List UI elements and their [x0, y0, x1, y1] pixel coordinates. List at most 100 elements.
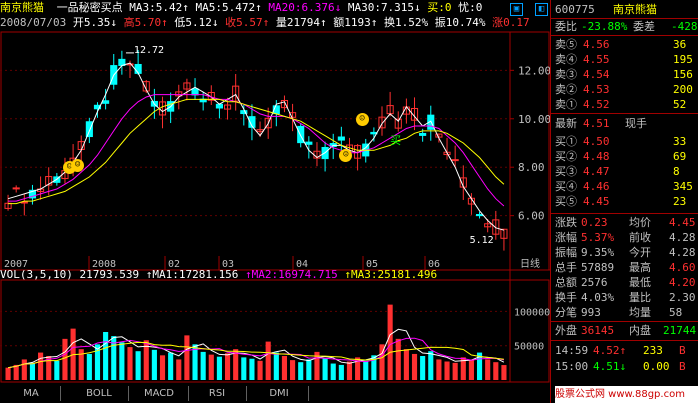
stat-label: 均量	[629, 306, 651, 319]
sell-price: 4.56	[583, 38, 610, 51]
stat-label: 换手	[555, 291, 577, 304]
volume-legend-item-1: 21793.539	[72, 268, 140, 281]
wei-bi-label: 委比	[555, 20, 577, 33]
tick-volume: 233	[643, 344, 663, 357]
tick-flag: B	[679, 360, 686, 373]
buy-price: 4.48	[583, 150, 610, 163]
buy-label: 买④	[555, 180, 577, 193]
ohlc-readout-5: 额1193↑	[326, 16, 378, 29]
stat-row-4: 总额 2576 最低 4.20	[553, 275, 698, 290]
stat-value: 57889	[581, 261, 615, 274]
indicator-tabs: MA BOLL MACD RSI DMI	[0, 386, 550, 403]
stat-value: 4.45	[669, 216, 696, 229]
stat-value: 993	[581, 306, 601, 319]
ohlc-readout-4: 量21794↑	[269, 16, 327, 29]
sell-row-3: 卖③ 4.54 156	[553, 67, 698, 82]
buy-price: 4.45	[583, 195, 610, 208]
stat-label: 分笔	[555, 306, 577, 319]
tab-rsi[interactable]: RSI	[188, 386, 247, 401]
wei-bi-value: -23.88%	[581, 20, 628, 33]
current-date: 2008/07/03	[0, 16, 67, 29]
candle-body	[475, 214, 484, 217]
candle-body	[12, 187, 20, 190]
tick-time: 14:59	[555, 344, 589, 357]
buy-row-4: 买④ 4.46 345	[553, 179, 698, 194]
tab-macd[interactable]: MACD	[130, 386, 189, 401]
candle-body	[337, 136, 345, 141]
stat-value: 4.20	[669, 276, 696, 289]
stat-label: 总手	[555, 261, 577, 274]
stat-row-0: 涨跌 0.23 均价 4.45	[553, 215, 698, 230]
tick-row-1: 15:00 4.51↓ 0.00 B	[553, 359, 698, 374]
buy-price: 4.47	[583, 165, 610, 178]
buy-volume: 23	[673, 195, 687, 208]
sell-row-2: 卖② 4.53 200	[553, 82, 698, 97]
buy-label: 买①	[555, 135, 577, 148]
volume-legend-item-0: VOL(3,5,10)	[0, 268, 73, 281]
buy-row-3: 买③ 4.47 8	[553, 164, 698, 179]
header-row-2: 2008/07/03 开5.35↓ 高5.70↑ 低5.12↓ 收5.57↑ 量…	[0, 16, 530, 30]
buy-label: 买②	[555, 150, 577, 163]
candle-body	[102, 100, 110, 104]
panel-toggle-icon[interactable]: ◧	[535, 3, 548, 16]
ohlc-readout-2: 低5.12↓	[167, 16, 219, 29]
buy-price: 4.46	[583, 180, 610, 193]
sell-volume: 52	[673, 98, 687, 111]
watermark: 股票公式网 www.88gp.com	[555, 386, 698, 403]
sell-price: 4.52	[583, 98, 610, 111]
buy-smiley-icon: ☺	[355, 112, 369, 126]
stat-value: 4.28	[669, 231, 696, 244]
ma-readouts: MA3:5.42↑ MA5:5.472↑ MA20:6.376↓ MA30:7.…	[129, 1, 482, 14]
price-axis-tick-0: 12.00	[518, 64, 551, 77]
ohlc-readout-1: 高5.70↑	[116, 16, 168, 29]
volume-axis-tick-1: 50000	[514, 342, 544, 353]
sell-volume: 36	[673, 38, 687, 51]
stat-row-1: 涨幅 5.37% 前收 4.28	[553, 230, 698, 245]
last-row: 最新 4.51 现手	[553, 116, 698, 131]
neipan-label: 内盘	[629, 324, 651, 337]
sell-price: 4.55	[583, 53, 610, 66]
stat-label: 最低	[629, 276, 651, 289]
ohlc-readout-3: 收5.57↑	[218, 16, 270, 29]
ma-readout-5: 忧:0	[451, 1, 483, 14]
stock-title: 南京熊猫	[613, 3, 657, 16]
tick-flag: B	[679, 344, 686, 357]
buy-label: 买③	[555, 165, 577, 178]
high-annotation: 12.72	[133, 44, 165, 56]
buy-row-5: 买⑤ 4.45 23	[553, 194, 698, 209]
wei-cha-label: 委差	[633, 20, 655, 33]
ma-readout-1: MA5:5.472↑	[188, 1, 262, 14]
candle-body	[134, 63, 142, 74]
sell-label: 卖②	[555, 83, 577, 96]
stat-value: 4.60	[669, 261, 696, 274]
buy-volume: 69	[673, 150, 687, 163]
candle-body	[305, 141, 313, 145]
ma-line-ma3	[7, 62, 505, 231]
ohlc-readout-6: 换1.52%	[377, 16, 429, 29]
buy-price: 4.50	[583, 135, 610, 148]
stat-row-6: 分笔 993 均量 58	[553, 305, 698, 320]
waipan-label: 外盘	[555, 324, 577, 337]
chart-toggle-icon[interactable]: ▣	[510, 3, 523, 16]
buy-smiley-icon: ☺	[71, 158, 85, 172]
stat-label: 最高	[629, 261, 651, 274]
volume-axis-tick-0: 100000	[514, 307, 550, 318]
sell-row-1: 卖① 4.52 52	[553, 97, 698, 112]
stock-code: 600775	[555, 3, 595, 16]
stat-row-2: 振幅 9.35% 今开 4.28	[553, 245, 698, 260]
tab-boll[interactable]: BOLL	[70, 386, 129, 401]
tab-ma[interactable]: MA	[2, 386, 61, 401]
stat-row-3: 总手 57889 最高 4.60	[553, 260, 698, 275]
sell-label: 卖①	[555, 98, 577, 111]
price-axis-tick-1: 10.00	[518, 113, 551, 126]
price-axis-tick-3: 6.00	[518, 210, 545, 223]
sell-volume: 156	[673, 68, 693, 81]
stat-row-5: 换手 4.03% 量比 2.30	[553, 290, 698, 305]
tab-dmi[interactable]: DMI	[250, 386, 309, 401]
sell-price: 4.53	[583, 83, 610, 96]
quote-panel: 600775 南京熊猫 委比 -23.88% 委差 -428 卖⑤ 4.56 36 卖④ 4.55 1…	[550, 0, 698, 403]
header-row-1: 南京熊猫 一品秘密买点 MA3:5.42↑ MA5:5.472↑ MA20:6.…	[0, 1, 482, 15]
tick-time: 15:00	[555, 360, 589, 373]
ma-readout-4: 买:0	[420, 1, 452, 14]
stat-value: 9.35%	[581, 246, 615, 259]
